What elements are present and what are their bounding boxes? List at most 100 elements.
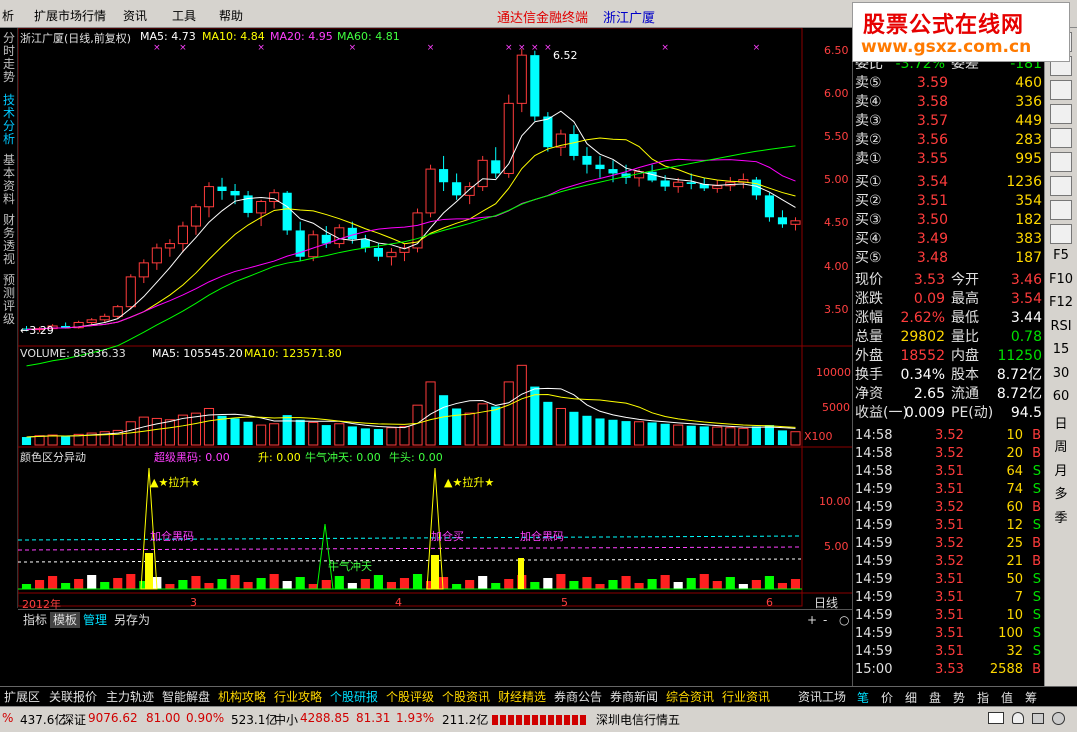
grid-icon[interactable] bbox=[1050, 128, 1072, 148]
kline-chart[interactable]: × × × × × × × × × × × 浙江广厦(日线,前复权) MA5: 4.73 MA10:… bbox=[18, 28, 852, 611]
ask-level-row[interactable]: 卖① 3.55 995 bbox=[853, 150, 1045, 169]
quote-view-tab[interactable]: 价 bbox=[881, 689, 893, 706]
status-server[interactable]: 深圳电信行情五 bbox=[596, 711, 680, 728]
chart-frame bbox=[18, 28, 803, 607]
bottom-nav-item[interactable]: 个股资讯 bbox=[442, 689, 490, 705]
toolbar-item[interactable]: 周 bbox=[1047, 436, 1075, 455]
volume-bar bbox=[61, 436, 71, 445]
bottom-nav-item[interactable]: 主力轨迹 bbox=[106, 689, 154, 705]
star-icon[interactable] bbox=[1050, 200, 1072, 220]
ask-level-row[interactable]: 卖② 3.56 283 bbox=[853, 131, 1045, 150]
tick-side: S bbox=[1032, 590, 1041, 605]
bell-icon[interactable] bbox=[1012, 712, 1024, 724]
bar-icon[interactable] bbox=[1050, 80, 1072, 100]
menu-tools[interactable]: 工具 bbox=[172, 7, 196, 24]
bottom-nav-item[interactable]: 机构攻略 bbox=[218, 689, 266, 705]
tab-financials[interactable]: 财务透视 bbox=[2, 214, 16, 266]
bottom-nav-item[interactable]: 综合资讯 bbox=[666, 689, 714, 705]
bid-level-row[interactable]: 买② 3.51 354 bbox=[853, 192, 1045, 211]
chart-canvas[interactable]: × × × × × × × × × × × bbox=[18, 28, 852, 608]
menu-help[interactable]: 帮助 bbox=[219, 7, 243, 24]
manage-button[interactable]: 管理 bbox=[80, 612, 110, 628]
volume-bar bbox=[243, 421, 253, 445]
toolbar-item[interactable]: 季 bbox=[1047, 507, 1075, 526]
tab-intraday[interactable]: 分时走势 bbox=[2, 32, 16, 84]
bottom-nav-item[interactable]: 个股研报 bbox=[330, 689, 378, 705]
quote-view-tab[interactable]: 盘 bbox=[929, 689, 941, 706]
status-amount: 437.6亿 bbox=[20, 713, 67, 727]
period-label[interactable]: 日线 bbox=[814, 594, 838, 611]
ask-level-row[interactable]: 卖⑤ 3.59 460 bbox=[853, 74, 1045, 93]
toolbar-item[interactable]: RSI bbox=[1047, 319, 1075, 334]
volume-bar bbox=[477, 403, 488, 446]
menu-analysis[interactable]: 析 bbox=[2, 7, 14, 24]
bottom-nav-item[interactable]: 个股评级 bbox=[386, 689, 434, 705]
bid-level-row[interactable]: 买① 3.54 1236 bbox=[853, 173, 1045, 192]
indicator-button[interactable]: 指标 bbox=[20, 612, 50, 628]
tick-row: 14:59 3.52 60 B bbox=[853, 499, 1045, 517]
quote-view-tab[interactable]: 筹 bbox=[1025, 689, 1037, 706]
news-icon[interactable] bbox=[1050, 152, 1072, 172]
menu-news[interactable]: 资讯 bbox=[123, 7, 147, 24]
bid-level-row[interactable]: 买④ 3.49 383 bbox=[853, 230, 1045, 249]
price-tick: 6.50 bbox=[824, 44, 849, 57]
quote-view-tab[interactable]: 值 bbox=[1001, 689, 1013, 706]
indicator-bar bbox=[699, 574, 709, 589]
tab-technical[interactable]: 技术分析 bbox=[2, 94, 16, 146]
toolbar-item[interactable]: F5 bbox=[1047, 248, 1075, 263]
template-button[interactable]: 模板 bbox=[50, 612, 81, 628]
ask-level-row[interactable]: 卖④ 3.58 336 bbox=[853, 93, 1045, 112]
bottom-nav-item[interactable]: 财经精选 bbox=[498, 689, 546, 705]
candle-body bbox=[125, 276, 136, 308]
candle-body bbox=[712, 185, 723, 189]
volume-bar bbox=[452, 408, 462, 445]
tab-fundamentals[interactable]: 基本资料 bbox=[2, 154, 16, 206]
tab-forecast[interactable]: 预测评级 bbox=[2, 274, 16, 326]
bottom-nav-item[interactable]: 行业资讯 bbox=[722, 689, 770, 705]
mail-icon[interactable] bbox=[988, 712, 1004, 724]
toolbar-item[interactable]: F12 bbox=[1047, 295, 1075, 310]
bottom-nav-item[interactable]: 关联报价 bbox=[49, 689, 97, 705]
toolbar-item[interactable]: 日 bbox=[1047, 413, 1075, 432]
quote-view-tab[interactable]: 指 bbox=[977, 689, 989, 706]
ask-level-label: 卖⑤ bbox=[855, 75, 882, 91]
toolbar-item[interactable]: 60 bbox=[1047, 389, 1075, 404]
quote-view-tab[interactable]: 势 bbox=[953, 689, 965, 706]
compass-icon[interactable] bbox=[1050, 224, 1072, 244]
list-icon[interactable] bbox=[1050, 104, 1072, 124]
ask-volume: 460 bbox=[1015, 75, 1042, 91]
tick-side: B bbox=[1032, 554, 1041, 569]
zoom-reset-button[interactable]: ○ bbox=[836, 612, 852, 628]
bid-level-row[interactable]: 买⑤ 3.48 187 bbox=[853, 249, 1045, 268]
bid-level-row[interactable]: 买③ 3.50 182 bbox=[853, 211, 1045, 230]
indicator-bar bbox=[282, 581, 292, 589]
zoom-in-button[interactable]: + bbox=[804, 612, 820, 628]
calc-icon[interactable] bbox=[1050, 176, 1072, 196]
stat-value: 18552 bbox=[900, 348, 945, 364]
bottom-nav-item[interactable]: 券商公告 bbox=[554, 689, 602, 705]
save-as-button[interactable]: 另存为 bbox=[111, 612, 153, 628]
quote-view-tab[interactable]: 细 bbox=[905, 689, 917, 706]
candle-body bbox=[595, 164, 605, 170]
toolbar-item[interactable]: 多 bbox=[1047, 483, 1075, 502]
zoom-out-button[interactable]: - bbox=[820, 612, 830, 628]
candle-body bbox=[334, 227, 345, 245]
settings-icon[interactable] bbox=[1052, 712, 1065, 725]
bid-volume: 1236 bbox=[1006, 174, 1042, 190]
ask-level-row[interactable]: 卖③ 3.57 449 bbox=[853, 112, 1045, 131]
bottom-nav-item[interactable]: 资讯工场 bbox=[798, 689, 846, 705]
bottom-nav-item[interactable]: 智能解盘 bbox=[162, 689, 210, 705]
left-tab-strip: 分时走势 技术分析 基本资料 财务透视 预测评级 bbox=[0, 28, 18, 608]
quote-view-tab[interactable]: 笔 bbox=[857, 689, 869, 706]
bottom-nav-item[interactable]: 扩展区 bbox=[4, 689, 40, 705]
toolbar-item[interactable]: 15 bbox=[1047, 342, 1075, 357]
bottom-nav-item[interactable]: 券商新闻 bbox=[610, 689, 658, 705]
indicator-value-niuqi: 牛气冲天: 0.00 bbox=[305, 451, 381, 464]
toolbar-item[interactable]: F10 bbox=[1047, 272, 1075, 287]
lock-icon[interactable] bbox=[1032, 713, 1044, 724]
toolbar-item[interactable]: 月 bbox=[1047, 460, 1075, 479]
candle-body bbox=[86, 319, 97, 323]
bottom-nav-item[interactable]: 行业攻略 bbox=[274, 689, 322, 705]
toolbar-item[interactable]: 30 bbox=[1047, 366, 1075, 381]
menu-extended-market[interactable]: 扩展市场行情 bbox=[34, 7, 106, 24]
